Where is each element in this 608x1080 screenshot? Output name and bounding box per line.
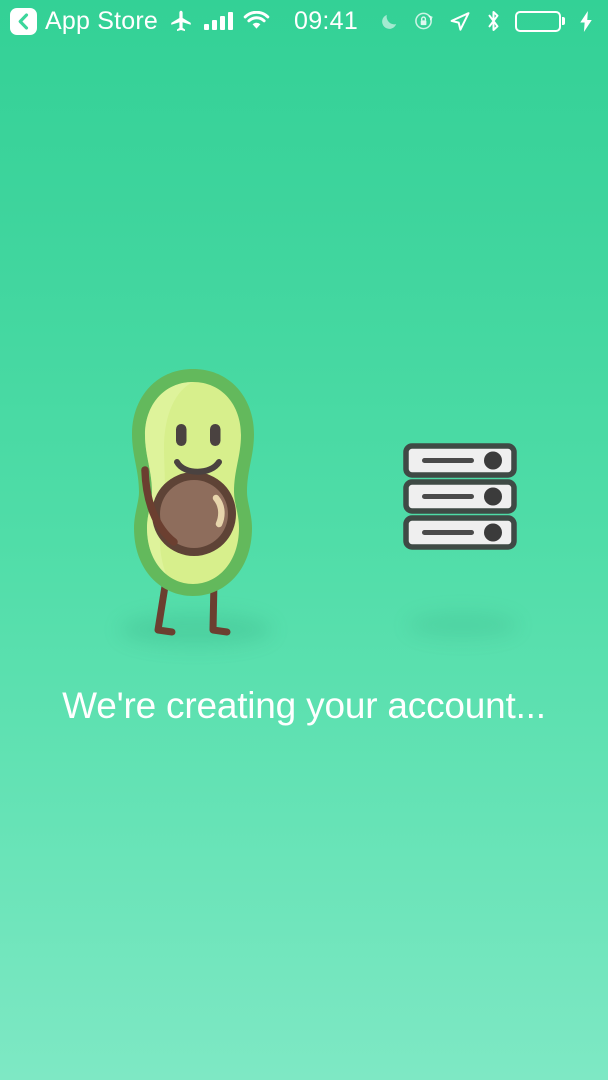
server-unit-1 xyxy=(403,443,517,478)
illustration-stage: We're creating your account... xyxy=(0,0,608,1080)
avocado-eye-left xyxy=(176,424,187,446)
server-unit-3 xyxy=(403,515,517,550)
server-unit-2 xyxy=(403,479,517,514)
server-ground-shadow xyxy=(408,612,518,638)
avocado-eye-right xyxy=(210,424,221,446)
loading-caption: We're creating your account... xyxy=(62,685,546,726)
avocado-mascot xyxy=(94,362,294,652)
server-stack xyxy=(400,442,520,552)
